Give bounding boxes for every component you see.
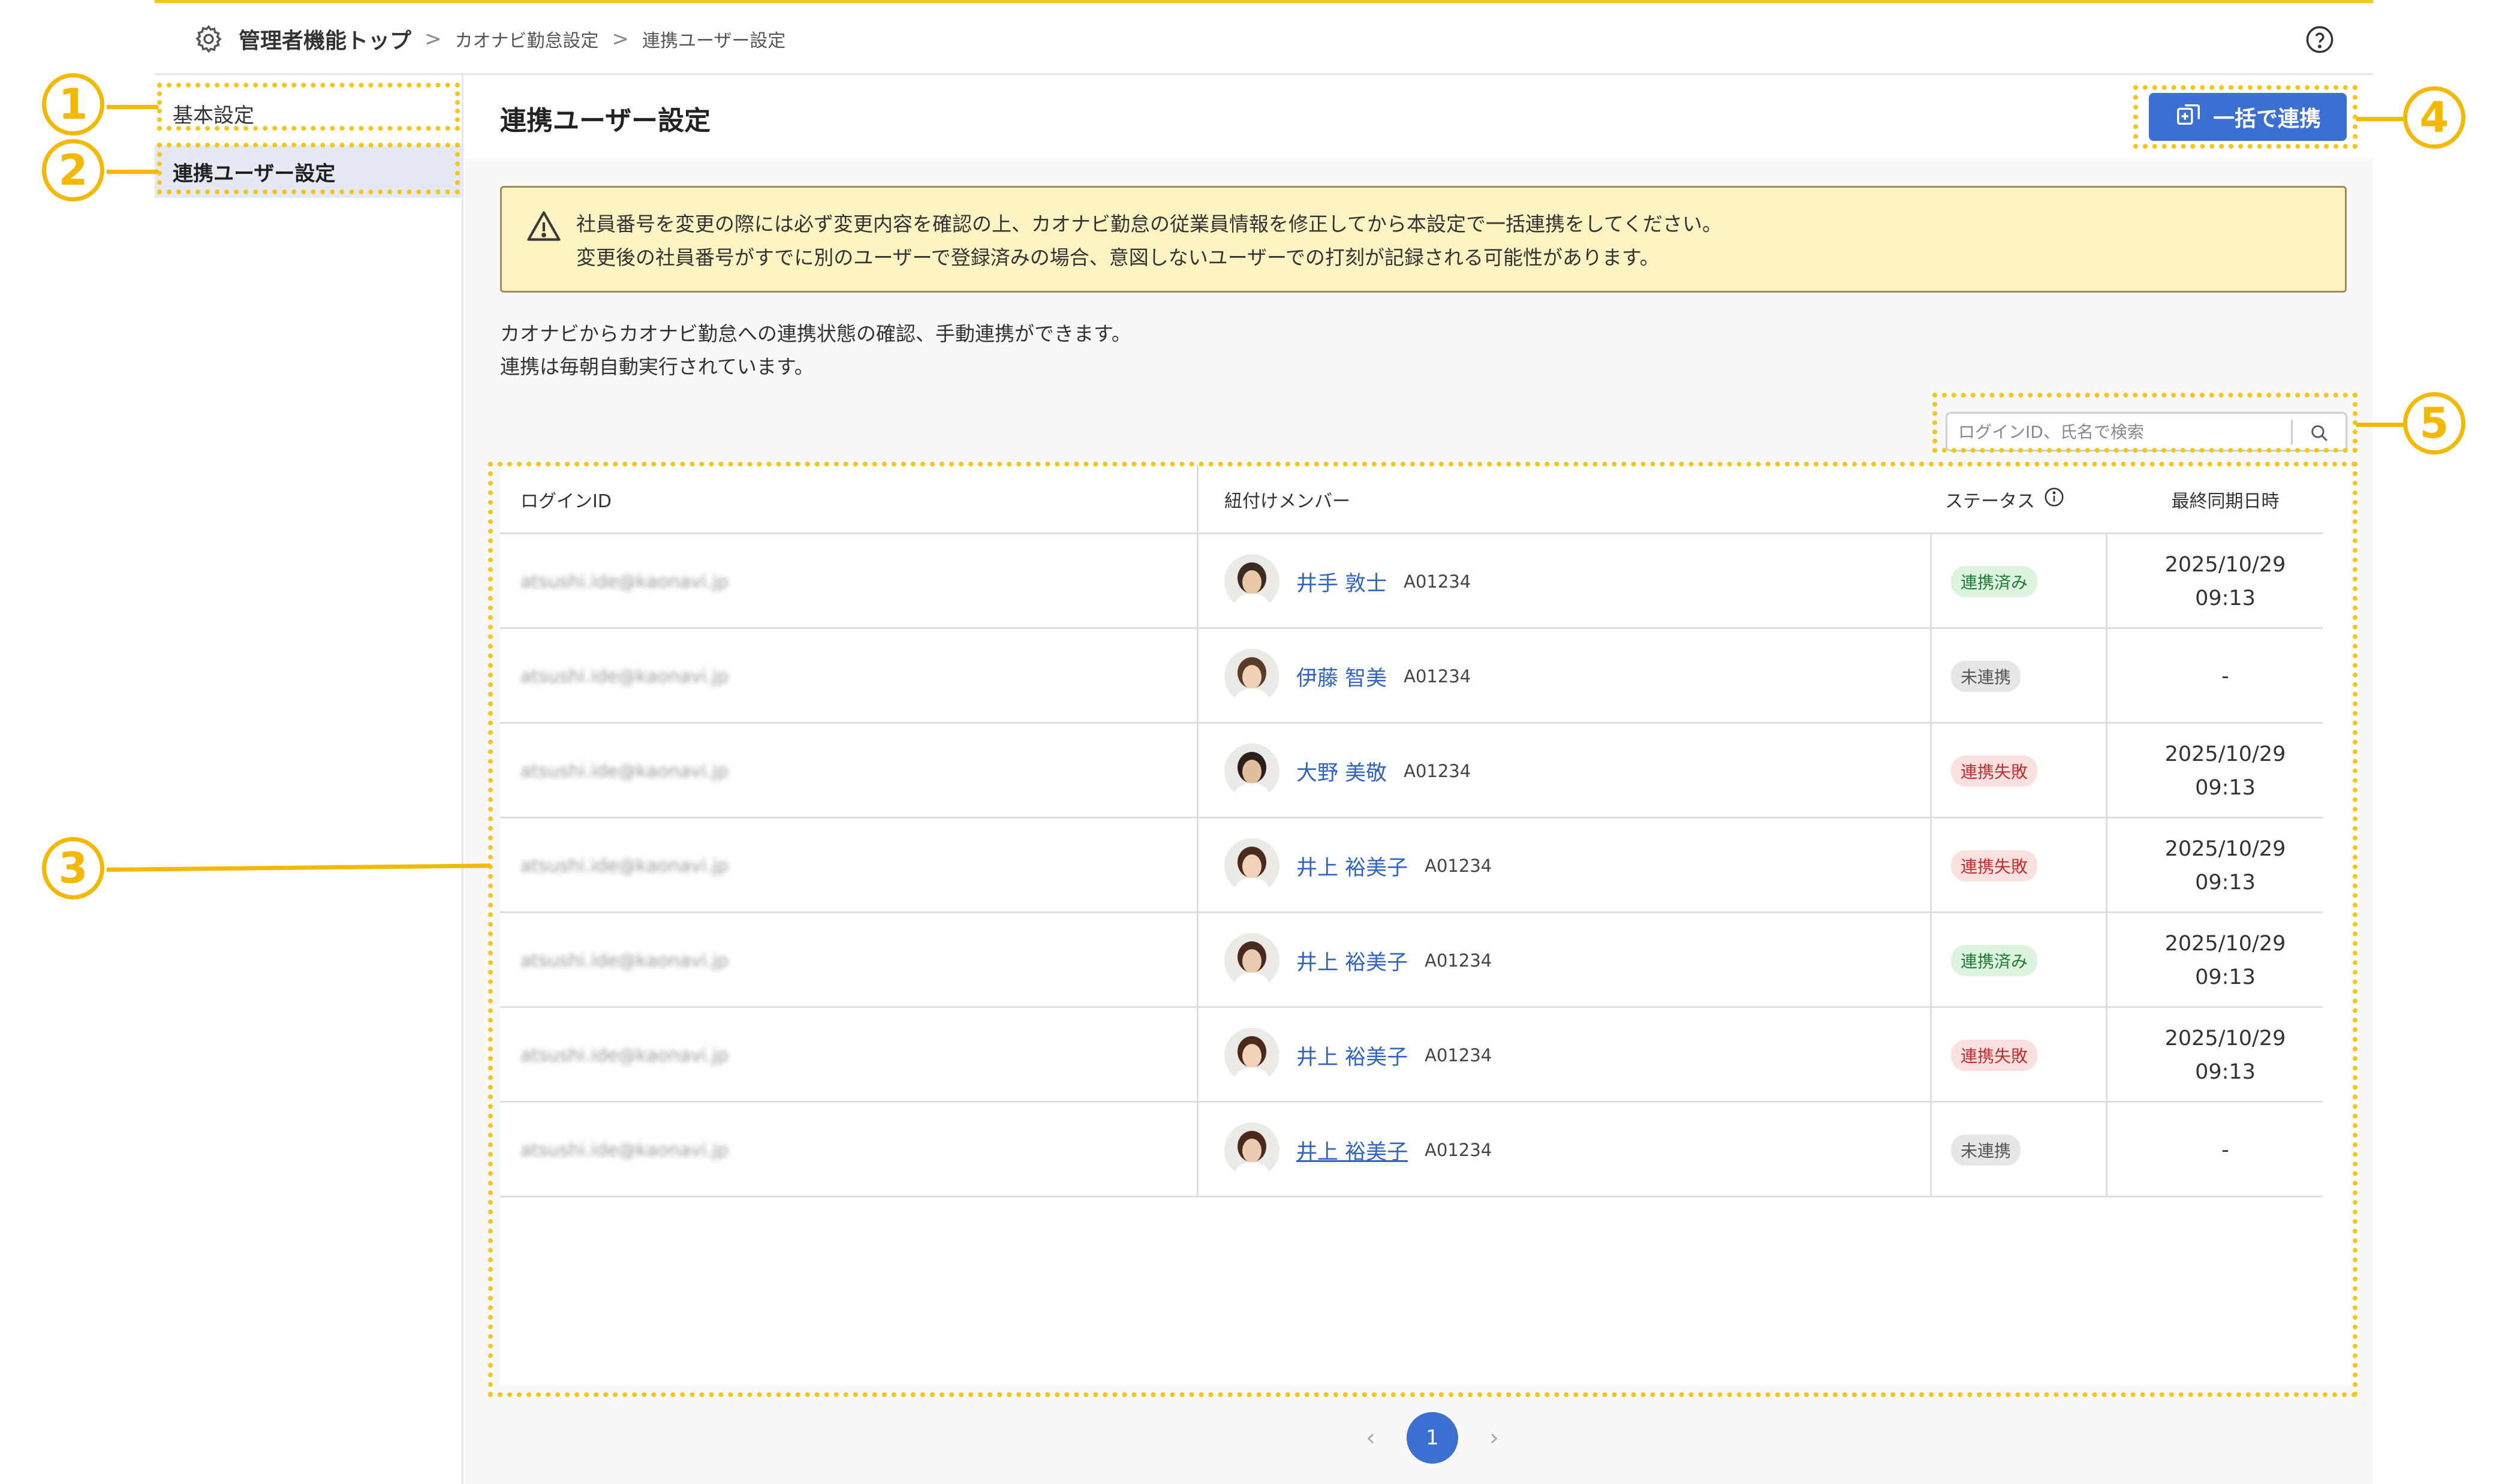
description-line-2: 連携は毎朝自動実行されています。 [500, 355, 814, 378]
sidebar: 基本設定 連携ユーザー設定 [155, 75, 463, 1484]
help-circle-icon[interactable] [2302, 22, 2337, 57]
annotation-box-5 [1932, 393, 2358, 453]
annotation-box-3 [488, 462, 2358, 1397]
gear-icon[interactable] [192, 22, 225, 56]
page-title: 連携ユーザー設定 [500, 106, 711, 136]
pagination-next-button[interactable]: › [1482, 1424, 1506, 1452]
pagination: ‹ 1 › [1359, 1411, 1506, 1465]
annotation-marker-5: 5 [2403, 392, 2465, 454]
breadcrumb-separator: > [424, 27, 442, 51]
annotation-marker-1: 1 [42, 73, 104, 136]
description-line-1: カオナビからカオナビ勤怠への連携状態の確認、手動連携ができます。 [500, 322, 1131, 345]
app-root: 管理者機能トップ > カオナビ勤怠設定 > 連携ユーザー設定 基本設定 連携ユー… [0, 0, 2502, 1484]
pagination-prev-button[interactable]: ‹ [1359, 1424, 1383, 1452]
annotation-marker-2: 2 [42, 139, 104, 201]
annotation-leader-1 [107, 105, 158, 109]
annotation-box-1 [157, 83, 460, 131]
breadcrumb-root[interactable]: 管理者機能トップ [239, 23, 411, 55]
warning-text-line-1: 社員番号を変更の際には必ず変更内容を確認の上、カオナビ勤怠の従業員情報を修正して… [576, 212, 1723, 236]
annotation-marker-4: 4 [2403, 86, 2465, 149]
warning-text-line-2: 変更後の社員番号がすでに別のユーザーで登録済みの場合、意図しないユーザーでの打刻… [576, 246, 1660, 269]
annotation-leader-2 [107, 170, 158, 174]
breadcrumb-item-kintai-settings[interactable]: カオナビ勤怠設定 [455, 26, 599, 52]
annotation-box-2 [157, 143, 460, 194]
breadcrumb-separator: > [612, 27, 630, 51]
annotation-marker-3: 3 [42, 837, 104, 899]
header: 管理者機能トップ > カオナビ勤怠設定 > 連携ユーザー設定 [155, 3, 2373, 75]
main-topbar: 連携ユーザー設定 一括で連携 [465, 75, 2373, 159]
warning-triangle-icon [526, 209, 562, 243]
breadcrumb: 管理者機能トップ > カオナビ勤怠設定 > 連携ユーザー設定 [192, 21, 785, 57]
pagination-page-current[interactable]: 1 [1407, 1412, 1458, 1464]
annotation-box-4 [2133, 85, 2358, 149]
warning-banner: 社員番号を変更の際には必ず変更内容を確認の上、カオナビ勤怠の従業員情報を修正して… [500, 186, 2347, 293]
breadcrumb-item-current: 連携ユーザー設定 [642, 31, 786, 52]
